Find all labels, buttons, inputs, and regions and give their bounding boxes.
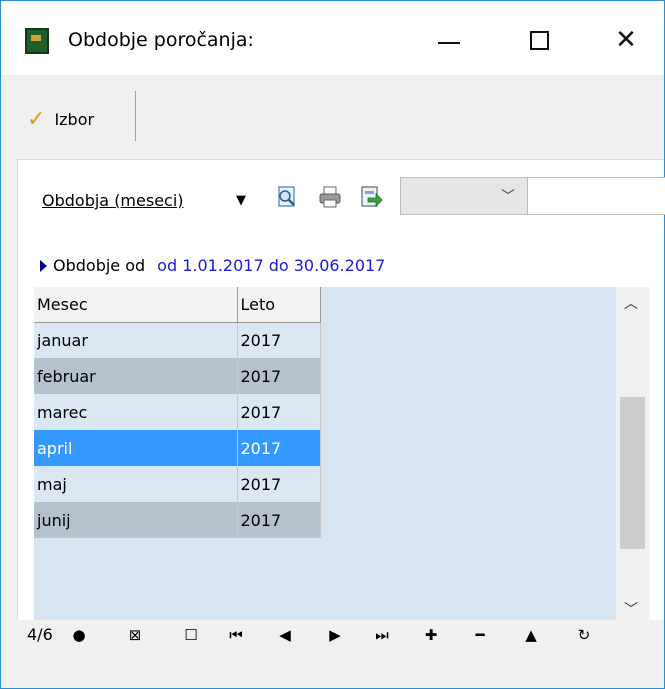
expand-triangle-icon[interactable] [40,259,47,272]
cell-month[interactable]: april [34,430,238,466]
cell-month[interactable]: marec [34,394,238,430]
refresh-icon[interactable]: ↻ [572,623,596,647]
add-record-icon[interactable]: ✚ [419,623,443,647]
toolbar: ✓ Izbor [1,75,664,159]
filter-combo[interactable]: ﹀ [400,177,528,215]
table-row[interactable]: maj 2017 [34,466,321,502]
cell-month[interactable]: maj [34,466,238,502]
column-header-month[interactable]: Mesec [34,287,238,323]
chevron-down-icon[interactable]: ﹀ [501,186,515,206]
izbor-button[interactable]: ✓ Izbor [27,105,94,133]
last-record-icon[interactable]: ⏭ [370,623,394,647]
maximize-button[interactable] [509,15,569,65]
cell-year[interactable]: 2017 [237,466,321,502]
close-button[interactable]: ✕ [596,15,656,65]
cell-month[interactable]: junij [34,502,238,538]
column-header-year[interactable]: Leto [237,287,321,323]
print-preview-icon[interactable] [274,184,300,210]
table-header-row: Mesec Leto [34,287,321,323]
record-position: 4/6 [27,625,53,644]
cell-year[interactable]: 2017 [237,502,321,538]
mark-all-icon[interactable]: ● [67,623,91,647]
vertical-scrollbar[interactable]: ︿ ﹀ [616,287,649,621]
izbor-label: Izbor [54,109,95,129]
scroll-down-icon[interactable]: ﹀ [624,599,638,619]
cell-year[interactable]: 2017 [237,322,321,358]
table-row[interactable]: februar 2017 [34,358,321,394]
next-record-icon[interactable]: ▶ [323,623,347,647]
cell-month[interactable]: januar [34,322,238,358]
close-icon: ✕ [615,25,637,55]
record-navigator: 4/6 ● ⊠ ☐ ⏮ ◀ ▶ ⏭ ✚ ━ ▲ ↻ [17,620,664,688]
cell-month[interactable]: februar [34,358,238,394]
title-bar[interactable]: Obdobje poročanja: ✕ [1,1,664,75]
maximize-icon [529,30,549,50]
delete-record-icon[interactable]: ━ [468,623,492,647]
caret-down-icon[interactable]: ▼ [236,193,246,208]
minimize-button[interactable] [419,15,479,65]
dialog-window: Obdobje poročanja: ✕ ✓ Izbor Obdobja (me… [0,0,665,689]
table-row[interactable]: marec 2017 [34,394,321,430]
table-row[interactable]: april 2017 [34,430,321,466]
cell-year[interactable]: 2017 [237,358,321,394]
app-icon [25,28,49,54]
cell-year[interactable]: 2017 [237,394,321,430]
unmark-icon[interactable]: ☐ [179,623,203,647]
table-row[interactable]: junij 2017 [34,502,321,538]
months-table: Mesec Leto januar 2017 februar 2017 marec 201… [34,287,321,538]
minimize-icon [438,42,460,44]
search-input[interactable] [527,177,665,215]
move-up-icon[interactable]: ▲ [519,623,543,647]
range-row: Obdobje od od 1.01.2017 do 30.06.2017 [40,256,385,275]
range-value[interactable]: od 1.01.2017 do 30.06.2017 [157,256,385,275]
range-label: Obdobje od [53,256,146,275]
checkmark-icon: ✓ [27,106,46,132]
cell-year[interactable]: 2017 [237,430,321,466]
export-icon[interactable] [358,184,384,210]
print-icon[interactable] [317,184,343,210]
content-panel: Obdobja (meseci) ▼ ﹀ Obdobje od od 1.01.… [17,159,665,621]
toolbar-separator [135,91,136,141]
scroll-up-icon[interactable]: ︿ [624,293,638,313]
toggle-mark-icon[interactable]: ⊠ [123,623,147,647]
first-record-icon[interactable]: ⏮ [224,623,248,647]
prev-record-icon[interactable]: ◀ [273,623,297,647]
scroll-thumb[interactable] [620,397,645,549]
window-title: Obdobje poročanja: [68,29,254,51]
table-body: januar 2017 februar 2017 marec 2017 april 2017 m… [34,322,321,538]
table-row[interactable]: januar 2017 [34,322,321,358]
period-selector-link[interactable]: Obdobja (meseci) [42,191,184,210]
months-grid: Mesec Leto januar 2017 februar 2017 marec 201… [34,287,616,621]
